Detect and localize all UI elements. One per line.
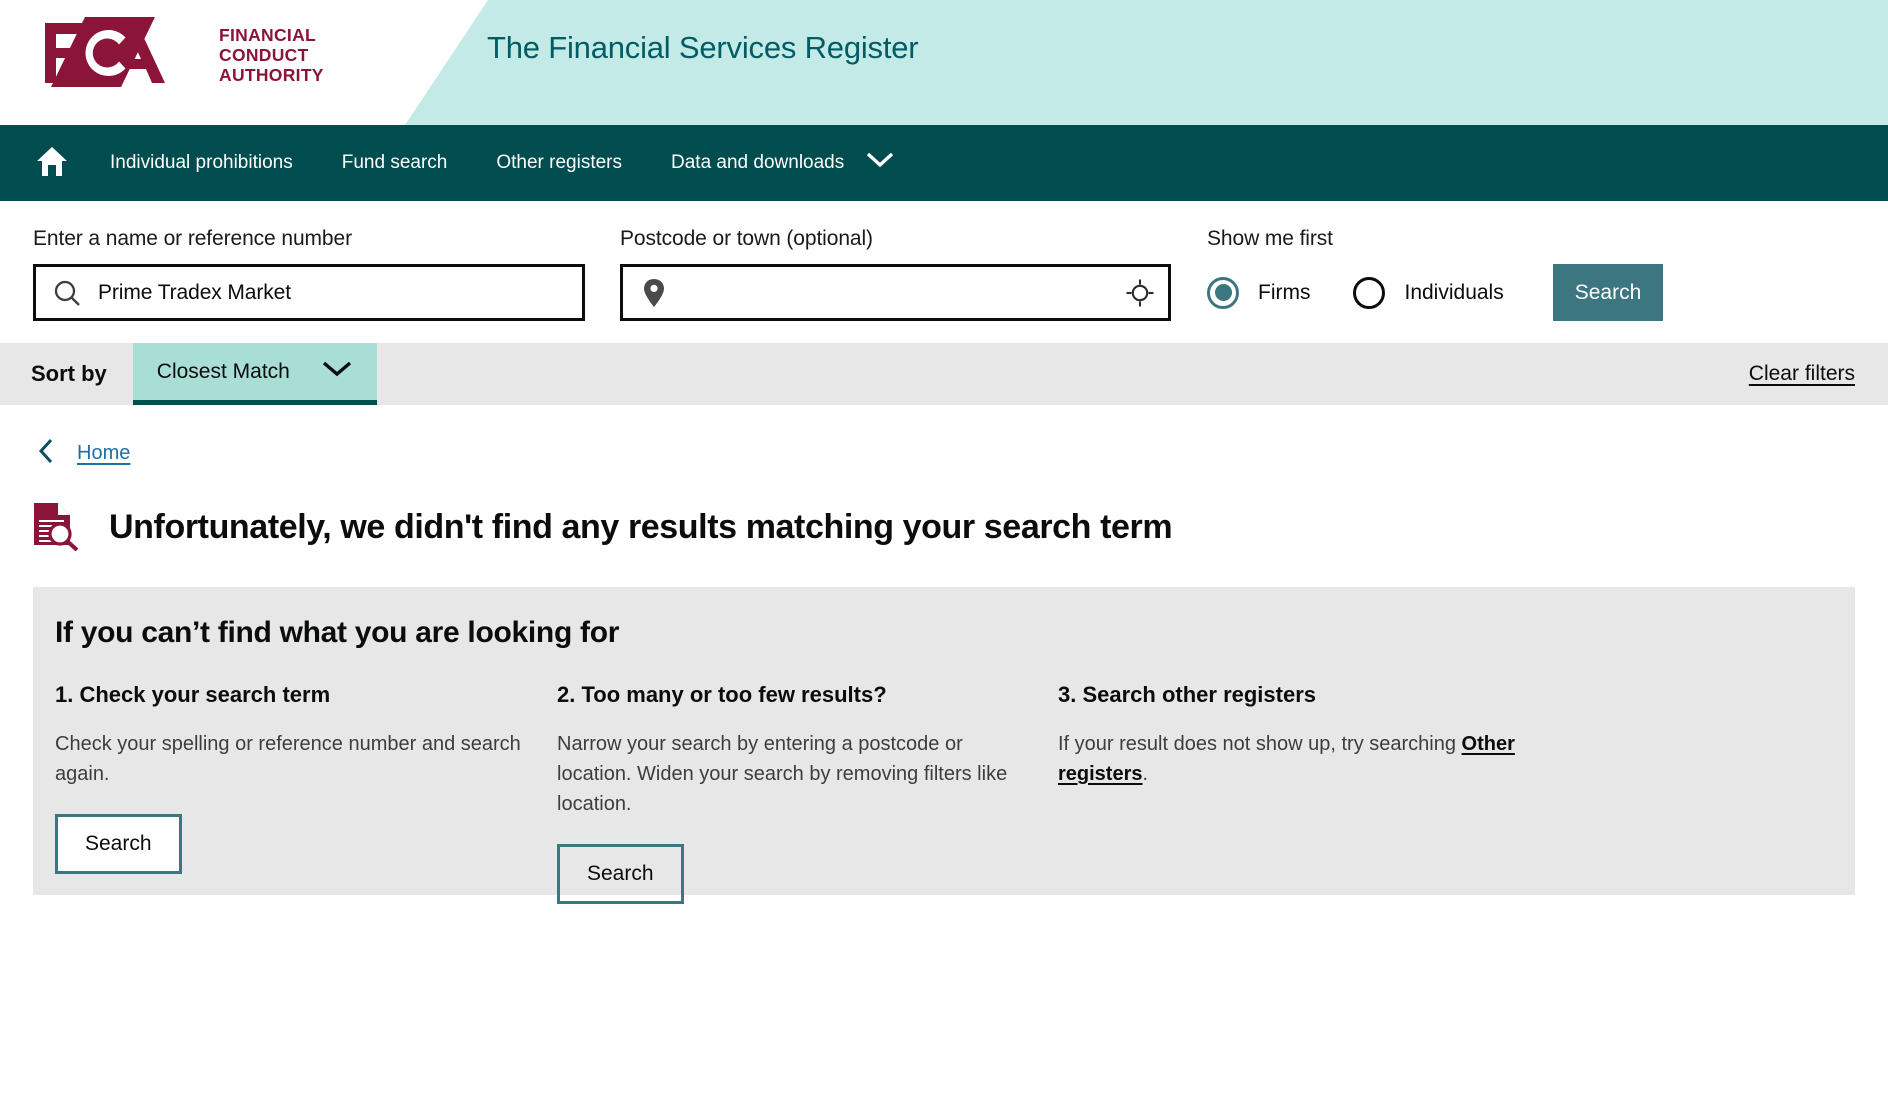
name-field-label: Enter a name or reference number: [33, 227, 352, 250]
show-me-first-label: Show me first: [1207, 227, 1333, 250]
help-search-button-1[interactable]: Search: [55, 814, 182, 874]
search-form: Enter a name or reference number Prime T…: [0, 201, 1888, 343]
search-submit-button[interactable]: Search: [1552, 264, 1664, 321]
sort-filter-bar: Sort by Closest Match Clear filters: [0, 343, 1888, 405]
location-pin-icon: [623, 278, 685, 308]
chevron-down-icon: [865, 151, 895, 175]
help-column-3-title: 3. Search other registers: [1058, 682, 1317, 707]
radio-option-firms[interactable]: Firms: [1207, 276, 1311, 309]
home-icon: [35, 145, 69, 182]
document-search-icon: [28, 499, 80, 556]
nav-item-individual-prohibitions[interactable]: Individual prohibitions: [110, 152, 293, 174]
brand-header: FINANCIAL CONDUCT AUTHORITY The Financia…: [0, 0, 1888, 125]
radio-option-individuals[interactable]: Individuals: [1353, 276, 1504, 309]
chevron-left-icon[interactable]: [38, 438, 54, 469]
postcode-field-block: Postcode or town (optional): [620, 227, 1171, 321]
clear-filters-link[interactable]: Clear filters: [1749, 343, 1855, 405]
sort-by-label: Sort by: [31, 361, 107, 386]
help-panel: If you can’t find what you are looking f…: [33, 587, 1855, 904]
no-results-title: Unfortunately, we didn't find any result…: [109, 508, 1173, 546]
chevron-down-icon: [321, 360, 353, 383]
postcode-input[interactable]: [620, 264, 1171, 321]
nav-item-fund-search[interactable]: Fund search: [342, 152, 448, 174]
fca-logo-mark: [33, 13, 213, 96]
fca-logo[interactable]: FINANCIAL CONDUCT AUTHORITY: [33, 13, 323, 91]
help-column-check-search-term: 1. Check your search term Check your spe…: [55, 682, 556, 904]
help-column-3-text: If your result does not show up, try sea…: [1058, 729, 1528, 789]
help-columns: 1. Check your search term Check your spe…: [33, 650, 1855, 904]
help-column-1-title: 1. Check your search term: [55, 682, 331, 707]
nav-item-data-and-downloads-label: Data and downloads: [671, 152, 845, 173]
no-results-banner: Unfortunately, we didn't find any result…: [0, 471, 1888, 556]
search-input[interactable]: Prime Tradex Market: [33, 264, 585, 321]
nav-items: Individual prohibitions Fund search Othe…: [110, 151, 895, 175]
crosshair-icon[interactable]: [1112, 279, 1168, 307]
nav-item-data-and-downloads[interactable]: Data and downloads: [671, 151, 895, 175]
radio-individuals-control: [1353, 276, 1386, 309]
nav-home-button[interactable]: [30, 141, 74, 185]
help-column-too-many-few-results: 2. Too many or too few results? Narrow y…: [557, 682, 1058, 904]
help-panel-heading: If you can’t find what you are looking f…: [55, 616, 620, 649]
help-column-search-other-registers: 3. Search other registers If your result…: [1058, 682, 1559, 904]
show-me-first-options: Firms Individuals Search: [1207, 264, 1664, 321]
search-input-value: Prime Tradex Market: [98, 280, 291, 304]
radio-firms-control: [1207, 276, 1239, 309]
help-column-1-text: Check your spelling or reference number …: [55, 733, 521, 785]
radio-individuals-label: Individuals: [1404, 280, 1504, 304]
postcode-field-label: Postcode or town (optional): [620, 227, 873, 250]
sort-by-dropdown[interactable]: Closest Match: [132, 343, 377, 405]
logo-word-financial: FINANCIAL: [219, 25, 316, 45]
nav-item-other-registers[interactable]: Other registers: [496, 152, 622, 174]
help-column-3-text-after: .: [1142, 763, 1149, 785]
fca-logo-wordmark: FINANCIAL CONDUCT AUTHORITY: [219, 25, 324, 85]
help-column-3-text-before: If your result does not show up, try sea…: [1058, 733, 1462, 755]
show-me-first-block: Show me first Firms Individuals Search: [1207, 227, 1664, 321]
name-field-block: Enter a name or reference number Prime T…: [33, 227, 585, 321]
search-icon: [36, 278, 98, 308]
breadcrumb: Home: [0, 405, 1888, 471]
breadcrumb-home-link[interactable]: Home: [77, 442, 130, 465]
logo-word-authority: AUTHORITY: [219, 65, 324, 85]
help-column-2-text: Narrow your search by entering a postcod…: [557, 733, 1008, 815]
radio-firms-label: Firms: [1258, 280, 1311, 304]
help-search-button-2[interactable]: Search: [557, 844, 684, 904]
main-navigation: Individual prohibitions Fund search Othe…: [0, 125, 1888, 201]
page-title: The Financial Services Register: [487, 30, 919, 65]
logo-word-conduct: CONDUCT: [219, 45, 309, 65]
sort-by-value: Closest Match: [156, 359, 290, 383]
help-column-2-title: 2. Too many or too few results?: [557, 682, 887, 707]
radio-firms-dot: [1214, 284, 1232, 301]
